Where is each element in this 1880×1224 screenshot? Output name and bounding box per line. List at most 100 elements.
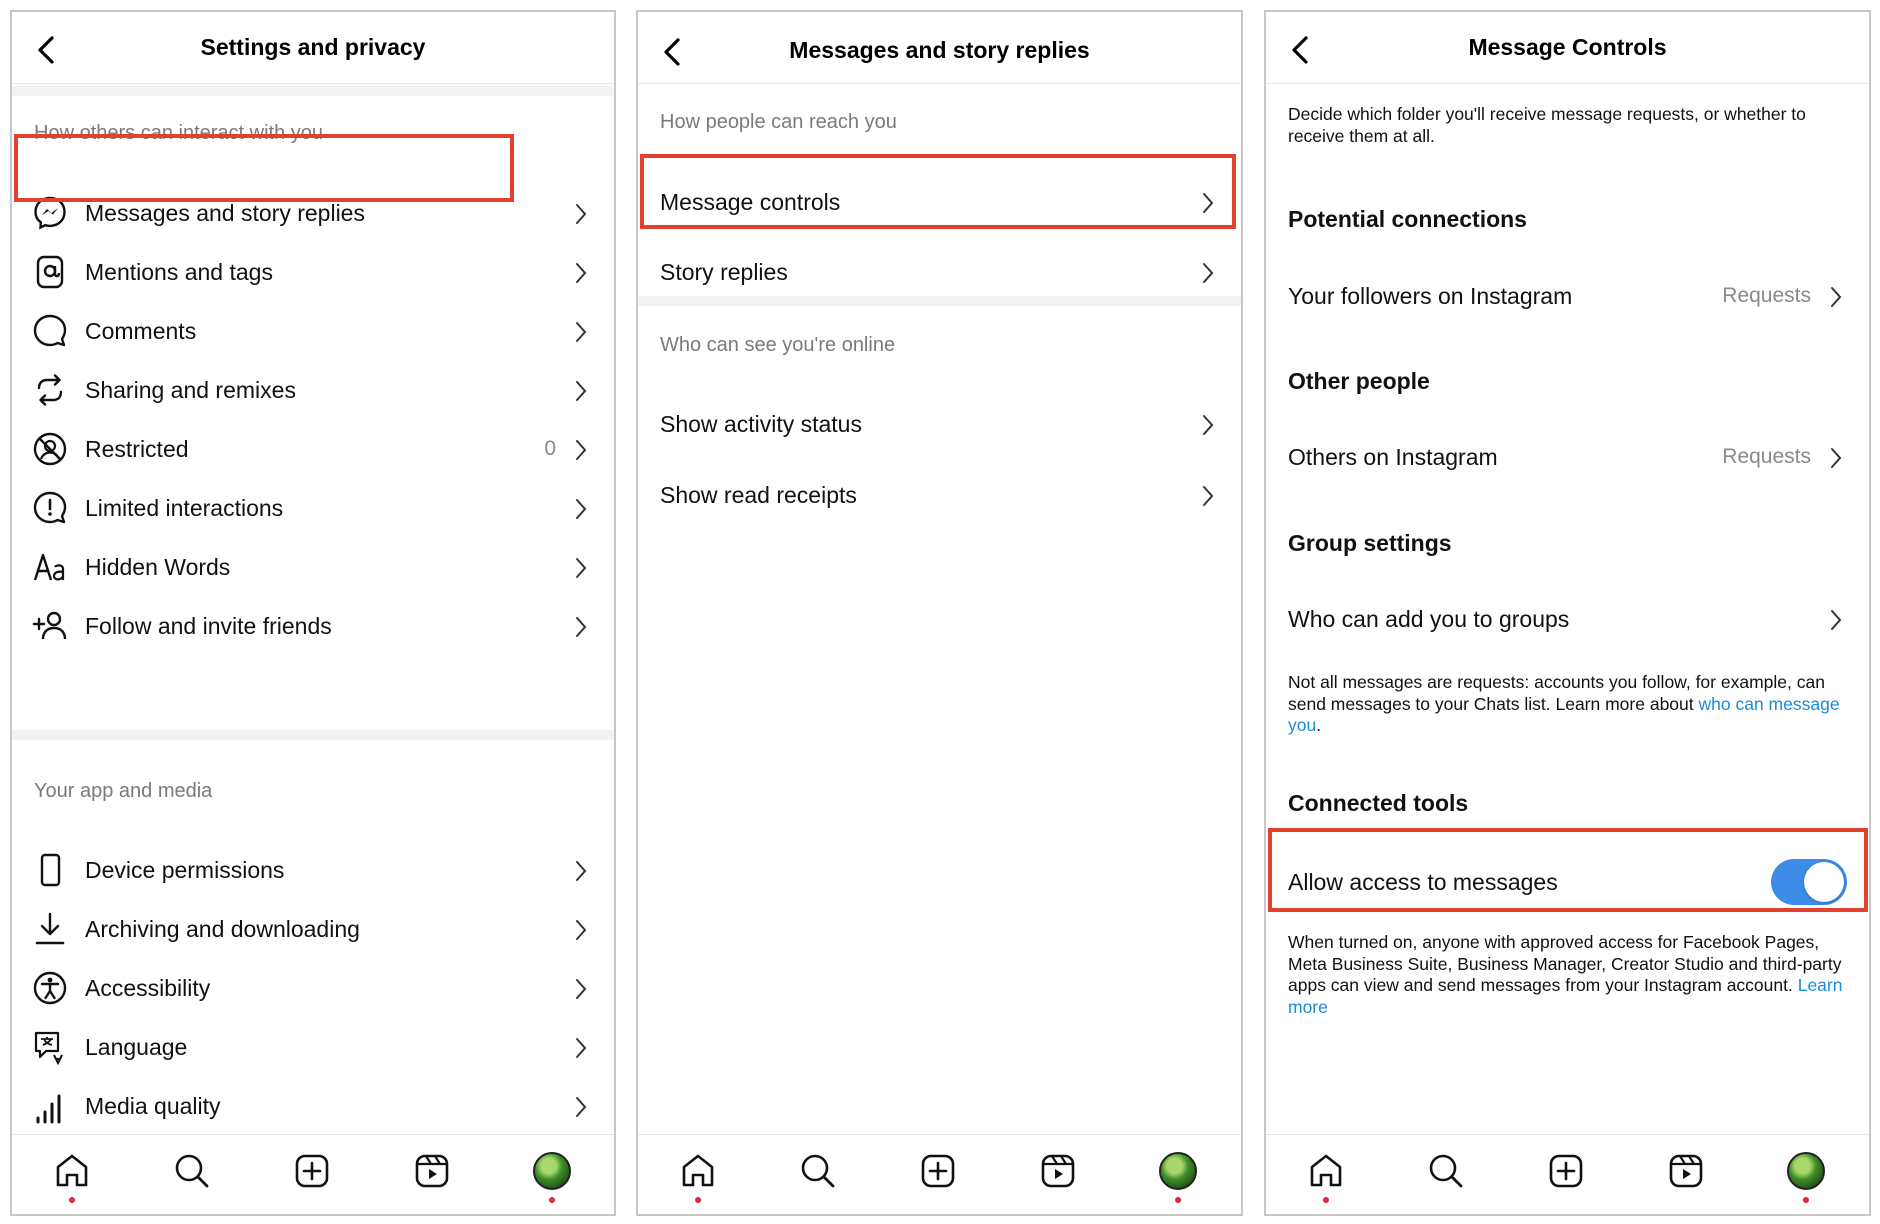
menu-item-label: Hidden Words [85, 554, 231, 580]
setting-value: Requests [1722, 445, 1811, 468]
chevron-right-icon [574, 379, 588, 403]
header: Settings and privacy [12, 12, 614, 84]
menu-item-show-activity-status[interactable]: Show activity status [638, 389, 1241, 459]
setting-value: Requests [1722, 284, 1811, 307]
menu-item-label: Mentions and tags [85, 259, 273, 285]
menu-item-label: Show read receipts [660, 482, 857, 508]
chevron-right-icon [574, 438, 588, 462]
page-title: Messages and story replies [789, 37, 1090, 63]
menu-item-label: Accessibility [85, 975, 211, 1001]
header: Messages and story replies [638, 12, 1241, 84]
chevron-right-icon [574, 977, 588, 1001]
menu-item-label: Restricted [85, 436, 189, 462]
home-icon[interactable] [1306, 1151, 1346, 1203]
chevron-right-icon [574, 202, 588, 226]
menu-item-label: Language [85, 1034, 188, 1060]
search-icon[interactable] [798, 1151, 838, 1191]
highlight-box [1268, 828, 1868, 912]
menu-item-label: Limited interactions [85, 495, 284, 521]
reels-icon[interactable] [412, 1151, 452, 1191]
at-sign-icon [32, 254, 68, 290]
menu-item-label: Follow and invite friends [85, 613, 332, 639]
settings-and-privacy-screen: Settings and privacy How others can inte… [10, 10, 616, 1216]
menu-item-media-quality[interactable]: Media quality [12, 1071, 614, 1141]
create-icon[interactable] [292, 1151, 332, 1191]
setting-row-followers[interactable]: Your followers on Instagram Requests [1266, 261, 1869, 331]
limited-interactions-icon [32, 490, 68, 526]
page-title: Message Controls [1468, 34, 1667, 60]
search-icon[interactable] [172, 1151, 212, 1191]
message-controls-screen: Message Controls Decide which folder you… [1264, 10, 1871, 1216]
divider [12, 86, 614, 96]
signal-bars-icon [32, 1088, 68, 1124]
section-heading: Other people [1288, 368, 1430, 394]
setting-row-others[interactable]: Others on Instagram Requests [1266, 422, 1869, 492]
divider [638, 296, 1241, 306]
section-heading: Potential connections [1288, 206, 1527, 232]
highlight-box [640, 154, 1236, 229]
home-icon[interactable] [52, 1151, 92, 1203]
connected-tools-note: When turned on, anyone with approved acc… [1288, 932, 1843, 1017]
comment-icon [32, 313, 68, 349]
messages-and-story-replies-screen: Messages and story replies How people ca… [636, 10, 1243, 1216]
notification-dot [1803, 1197, 1809, 1203]
setting-row-groups[interactable]: Who can add you to groups [1266, 584, 1869, 654]
menu-item-follow-and-invite-friends[interactable]: Follow and invite friends [12, 591, 614, 661]
reels-icon[interactable] [1666, 1151, 1706, 1191]
menu-item-label: Show activity status [660, 411, 862, 437]
share-remix-icon [32, 372, 68, 408]
chevron-right-icon [574, 1036, 588, 1060]
profile-avatar[interactable] [1786, 1151, 1826, 1203]
notification-dot [1323, 1197, 1329, 1203]
chevron-right-icon [1201, 413, 1215, 437]
menu-item-label: Comments [85, 318, 197, 344]
chevron-right-icon [1201, 261, 1215, 285]
phone-icon [32, 852, 68, 888]
chevron-right-icon [1829, 285, 1843, 309]
chevron-right-icon [574, 261, 588, 285]
page-title: Settings and privacy [200, 34, 426, 60]
divider [12, 730, 614, 740]
menu-item-show-read-receipts[interactable]: Show read receipts [638, 460, 1241, 530]
chevron-right-icon [1829, 446, 1843, 470]
chevron-right-icon [574, 859, 588, 883]
notification-dot [695, 1197, 701, 1203]
search-icon[interactable] [1426, 1151, 1466, 1191]
section-label: Your app and media [34, 780, 213, 802]
create-icon[interactable] [918, 1151, 958, 1191]
setting-label: Your followers on Instagram [1288, 283, 1573, 309]
menu-item-label: Story replies [660, 259, 788, 285]
requests-note: Not all messages are requests: accounts … [1288, 672, 1840, 735]
setting-label: Others on Instagram [1288, 444, 1498, 470]
bottom-tab-bar [1266, 1134, 1869, 1214]
home-icon[interactable] [678, 1151, 718, 1203]
section-label: How people can reach you [660, 111, 897, 133]
chevron-right-icon [574, 1095, 588, 1119]
profile-avatar[interactable] [1158, 1151, 1198, 1203]
notification-dot [69, 1197, 75, 1203]
menu-item-label: Archiving and downloading [85, 916, 360, 942]
section-heading: Group settings [1288, 530, 1452, 556]
notification-dot [1175, 1197, 1181, 1203]
chevron-right-icon [574, 497, 588, 521]
bottom-tab-bar [638, 1134, 1241, 1214]
profile-avatar[interactable] [532, 1151, 572, 1203]
reels-icon[interactable] [1038, 1151, 1078, 1191]
menu-item-label: Sharing and remixes [85, 377, 296, 403]
chevron-right-icon [574, 918, 588, 942]
section-heading: Connected tools [1288, 790, 1469, 816]
restricted-count: 0 [544, 437, 556, 460]
chevron-right-icon [574, 320, 588, 344]
chevron-right-icon [1829, 608, 1843, 632]
bottom-tab-bar [12, 1134, 614, 1214]
text-aa-icon [32, 549, 68, 585]
menu-item-label: Device permissions [85, 857, 285, 883]
chevron-right-icon [1201, 484, 1215, 508]
intro-text: Decide which folder you'll receive messa… [1288, 104, 1806, 146]
header: Message Controls [1266, 12, 1869, 84]
translate-icon [32, 1029, 68, 1065]
chevron-right-icon [574, 556, 588, 580]
create-icon[interactable] [1546, 1151, 1586, 1191]
section-label: Who can see you're online [660, 334, 896, 356]
add-person-icon [32, 608, 68, 644]
